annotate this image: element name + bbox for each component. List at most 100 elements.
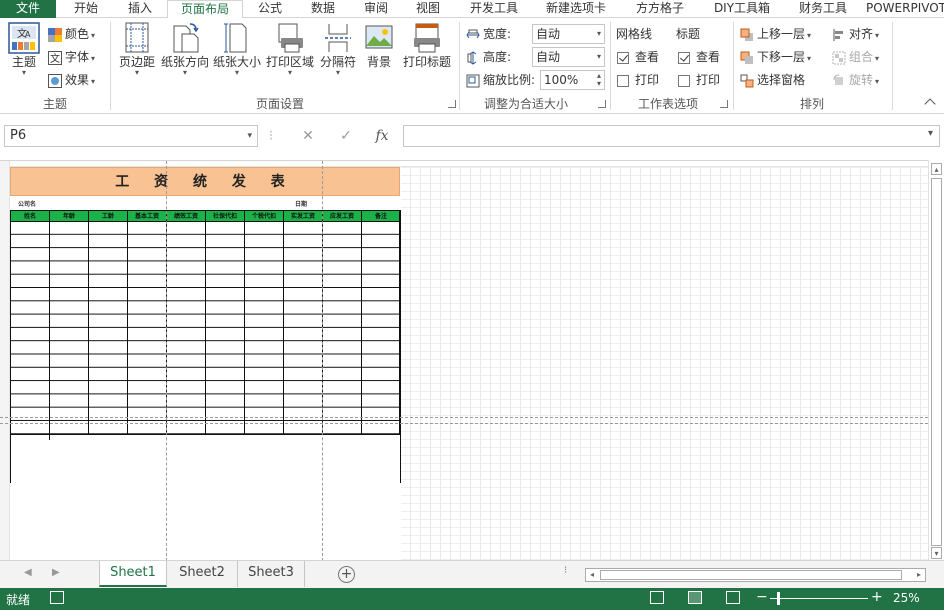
paper-size-icon xyxy=(224,23,247,53)
send-backward-button[interactable]: 下移一层 ▾ xyxy=(740,47,811,67)
macro-record-icon[interactable] xyxy=(50,591,64,604)
chevron-down-icon: ▾ xyxy=(91,77,96,86)
cancel-icon[interactable]: ✕ xyxy=(296,125,320,147)
fonts-button[interactable]: 文字体 ▾ xyxy=(48,47,95,67)
page-setup-launcher-icon[interactable] xyxy=(448,100,456,108)
gridlines-view-checkbox[interactable]: 查看 xyxy=(617,47,659,67)
height-select[interactable]: 自动 ▾ xyxy=(532,47,605,67)
headings-view-checkbox[interactable]: 查看 xyxy=(678,47,720,67)
printed-page: 工 资 统 发 表 公司名 日期 姓名 年龄 工龄 基本工资 绩效工资 社保代扣… xyxy=(10,167,401,560)
zoom-slider-thumb[interactable] xyxy=(777,592,780,605)
orientation-button[interactable]: 纸张方向 ▾ xyxy=(160,22,210,77)
tab-diy-toolbox[interactable]: DIY工具箱 xyxy=(704,0,780,18)
bring-forward-button[interactable]: 上移一层 ▾ xyxy=(740,24,811,44)
tab-developer[interactable]: 开发工具 xyxy=(462,0,526,18)
tab-powerpivot[interactable]: POWERPIVOT xyxy=(866,0,944,18)
tab-page-layout[interactable]: 页面布局 xyxy=(167,0,243,19)
tab-insert[interactable]: 插入 xyxy=(116,0,164,18)
margins-button[interactable]: 页边距 ▾ xyxy=(116,22,158,77)
selection-pane-button[interactable]: 选择窗格 xyxy=(740,70,805,90)
page-break-line xyxy=(166,161,167,560)
spinner-arrows-icon[interactable]: ▴ ▾ xyxy=(597,72,601,88)
sheet-options-launcher-icon[interactable] xyxy=(720,100,728,108)
ribbon: 文 A 主题 ▾ 颜色 ▾ 文字体 ▾ 效果 ▾ 主题 页边距 ▾ 纸张方向 ▾… xyxy=(0,18,944,114)
rotate-button[interactable]: 旋转 ▾ xyxy=(832,70,879,90)
width-label: 宽度: xyxy=(483,27,512,41)
scale-launcher-icon[interactable] xyxy=(598,100,606,108)
worksheet-area[interactable]: 工 资 统 发 表 公司名 日期 姓名 年龄 工龄 基本工资 绩效工资 社保代扣… xyxy=(0,160,928,560)
page-layout-view-icon[interactable] xyxy=(688,591,702,604)
scale-spinner[interactable]: 100% ▴ ▾ xyxy=(540,70,605,90)
margins-label: 页边距 xyxy=(118,55,155,69)
enter-icon[interactable]: ✓ xyxy=(334,125,358,147)
background-image-icon xyxy=(365,25,393,49)
page-break-preview-icon[interactable] xyxy=(726,591,740,604)
tab-view[interactable]: 视图 xyxy=(406,0,450,18)
zoom-out-icon[interactable]: − xyxy=(756,589,768,605)
colors-button[interactable]: 颜色 ▾ xyxy=(48,24,95,44)
sheet-tab-sheet1[interactable]: Sheet1 xyxy=(99,561,167,587)
scroll-right-icon[interactable]: ▸ xyxy=(913,569,925,581)
zoom-slider[interactable] xyxy=(770,598,868,599)
chevron-down-icon: ▾ xyxy=(596,29,601,38)
group-divider xyxy=(459,22,460,110)
group-objects-button[interactable]: 组合 ▾ xyxy=(832,47,879,67)
breaks-button[interactable]: 分隔符 ▾ xyxy=(318,22,358,77)
column-gridline xyxy=(361,210,362,435)
zoom-level[interactable]: 25% xyxy=(893,591,920,605)
height-label: 高度: xyxy=(483,50,512,64)
tab-review[interactable]: 审阅 xyxy=(354,0,398,18)
effects-button[interactable]: 效果 ▾ xyxy=(48,70,95,90)
sheet-title[interactable]: 工 资 统 发 表 xyxy=(10,167,400,196)
name-box[interactable]: P6 ▾ xyxy=(4,125,258,147)
tab-new[interactable]: 新建选项卡 xyxy=(536,0,616,18)
normal-view-icon[interactable] xyxy=(650,591,664,604)
height-icon xyxy=(467,50,477,65)
scroll-thumb[interactable] xyxy=(600,570,902,580)
orientation-icon xyxy=(173,23,199,53)
company-label[interactable]: 公司名 xyxy=(18,199,36,208)
page-break-line xyxy=(0,417,928,418)
vertical-scrollbar[interactable]: ▴ ▾ xyxy=(928,160,944,560)
headings-print-checkbox[interactable]: 打印 xyxy=(678,70,720,90)
scroll-down-icon[interactable]: ▾ xyxy=(931,547,942,559)
print-area-button[interactable]: 打印区域 ▾ xyxy=(264,22,316,77)
next-sheet-icon[interactable]: ▶ xyxy=(52,567,60,578)
add-sheet-icon[interactable]: + xyxy=(338,566,355,583)
align-icon xyxy=(833,28,843,41)
tab-file[interactable]: 文件 xyxy=(0,0,56,18)
align-button[interactable]: 对齐 ▾ xyxy=(832,24,879,44)
sheet-tab-sheet2[interactable]: Sheet2 xyxy=(168,561,236,587)
height-value: 自动 xyxy=(536,50,561,64)
column-gridline xyxy=(88,210,89,435)
themes-button[interactable]: 文 A 主题 ▾ xyxy=(6,22,42,77)
selection-pane-icon xyxy=(740,74,754,87)
tab-split-grip-icon[interactable]: ⁝ xyxy=(564,565,567,576)
insert-function-icon[interactable]: fx xyxy=(370,125,394,147)
tab-fangfang[interactable]: 方方格子 xyxy=(624,0,696,18)
tab-data[interactable]: 数据 xyxy=(300,0,346,18)
background-button[interactable]: 背景 xyxy=(362,22,396,69)
scroll-up-icon[interactable]: ▴ xyxy=(931,163,942,175)
scroll-left-icon[interactable]: ◂ xyxy=(586,569,598,581)
tab-finance-tools[interactable]: 财务工具 xyxy=(790,0,856,18)
print-titles-button[interactable]: 打印标题 xyxy=(400,22,454,69)
zoom-in-icon[interactable]: + xyxy=(871,589,883,605)
page-setup-group-label: 页面设置 xyxy=(255,97,304,111)
group-divider xyxy=(733,22,734,110)
sheet-tab-sheet3[interactable]: Sheet3 xyxy=(237,561,305,587)
collapse-ribbon-icon[interactable] xyxy=(924,98,936,110)
scroll-thumb[interactable] xyxy=(931,178,942,546)
chevron-down-icon[interactable]: ▾ xyxy=(247,126,252,146)
expand-formula-bar-icon[interactable]: ▾ xyxy=(928,128,933,139)
group-divider xyxy=(892,22,893,110)
width-select[interactable]: 自动 ▾ xyxy=(532,24,605,44)
gridlines-print-checkbox[interactable]: 打印 xyxy=(617,70,659,90)
prev-sheet-icon[interactable]: ◀ xyxy=(24,567,32,578)
date-label[interactable]: 日期 xyxy=(295,199,307,208)
tab-formulas[interactable]: 公式 xyxy=(248,0,292,18)
size-button[interactable]: 纸张大小 ▾ xyxy=(212,22,262,77)
horizontal-scrollbar[interactable]: ◂ ▸ xyxy=(585,568,926,582)
formula-input[interactable]: ▾ xyxy=(403,125,940,147)
tab-home[interactable]: 开始 xyxy=(62,0,110,18)
